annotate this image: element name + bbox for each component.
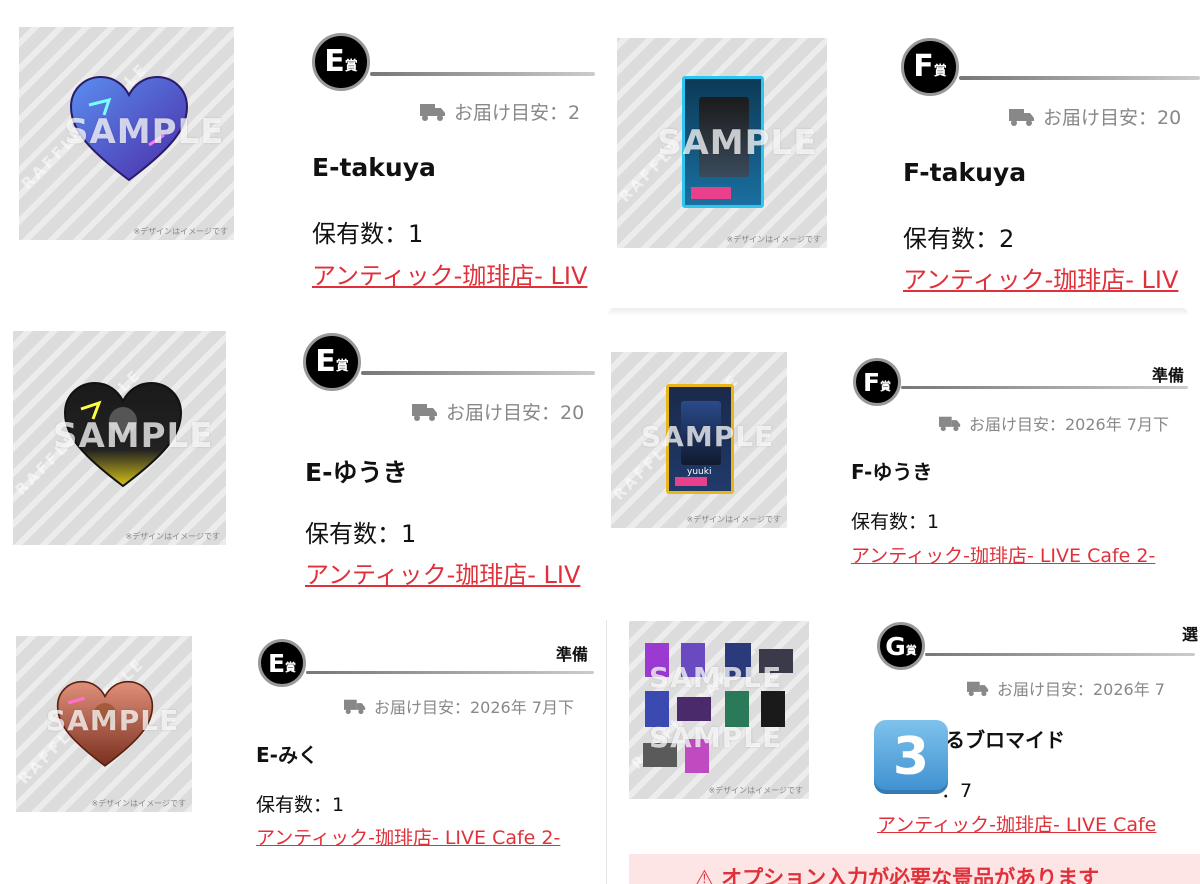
badge-rule [306,671,594,674]
prep-status-label: 準備 [1152,366,1185,385]
truck-icon [344,699,366,714]
prize-title: E-ゆうき [305,458,408,487]
prize-thumbnail[interactable]: RAFFLE RAFFLE SAMPLE ※デザインはイメージです [19,27,234,240]
delivery-estimate: お届け目安：2026年 7 [967,676,1165,700]
option-required-alert[interactable]: ⚠ オプション入力が必要な景品があります [629,854,1200,884]
bromide-grid-image [641,639,797,779]
prize-title: るブロマイド [945,728,1065,752]
delivery-estimate: お届け目安：2 [420,98,580,125]
holding-count: 保有数：1 [851,511,940,533]
prize-rank-badge: F賞 [901,38,959,96]
prize-rank-badge: E賞 [312,33,370,91]
prize-tile-f-takuya: RAFFLE RAFFLE SAMPLE ※デザインはイメージです F賞 お届け… [605,0,1200,305]
holding-count: 保有数：1 [312,220,424,248]
prize-tile-e-miku: RAFFLE RAFFLE SAMPLE ※デザインはイメージです 準備 E賞 … [0,606,605,884]
prize-thumbnail[interactable]: RAFFLE RAFFLE SAMPLE ※デザインはイメージです [13,331,226,545]
campaign-link[interactable]: アンティック-珈琲店- LIVE Cafe 2- [256,823,560,850]
truck-icon [939,416,961,431]
truck-icon [412,403,437,421]
sample-watermark: SAMPLE [657,123,818,163]
truck-icon [967,681,989,696]
holding-count: 保有数：1 [305,520,417,548]
design-note: ※デザインはイメージです [726,235,821,244]
campaign-link[interactable]: アンティック-珈琲店- LIV [305,555,580,590]
prize-rank-badge: E賞 [303,333,361,391]
prize-tile-f-yuuki: RAFFLE RAFFLE yuuki SAMPLE ※デザインはイメージです … [605,316,1200,606]
prize-rank-badge: G賞 [877,622,925,670]
sample-watermark: SAMPLE [641,420,775,453]
badge-rule [925,653,1195,656]
sample-watermark: SAMPLE [649,661,783,694]
badge-rule [901,386,1188,389]
campaign-link[interactable]: アンティック-珈琲店- LIV [903,260,1178,295]
sample-watermark: SAMPLE [46,704,180,737]
sample-watermark: SAMPLE [64,112,225,152]
truck-icon [420,103,445,121]
holding-count: 保有数：1 [256,794,345,816]
badge-rule [361,371,595,375]
prep-status-label: 準備 [556,645,589,664]
badge-rule [959,76,1200,80]
prize-title: F-takuya [903,158,1027,187]
badge-rule [370,72,595,76]
prize-tile-e-takuya: RAFFLE RAFFLE SAMPLE ※デザインはイメージです E賞 お届け… [0,0,605,300]
card-divider [608,308,1188,316]
prep-status-label: 選 [1182,625,1199,644]
campaign-link[interactable]: アンティック-珈琲店- LIVE Cafe 2- [851,541,1155,568]
prize-thumbnail[interactable]: RAFFLE RAFFLE SAMPLE ※デザインはイメージです [617,38,827,248]
keycap-3-icon: 3 [874,720,948,794]
prize-tile-g-bromide: RAFFLE RAFFLE SAMPLE SAMPLE ※デザインはイメージです… [607,606,1200,884]
delivery-estimate: お届け目安：20 [412,398,584,425]
design-note: ※デザインはイメージです [125,532,220,541]
design-note: ※デザインはイメージです [708,786,803,795]
prize-title: F-ゆうき [851,460,933,484]
prize-title: E-みく [256,743,318,767]
prize-title: E-takuya [312,153,436,182]
design-note: ※デザインはイメージです [133,227,228,236]
truck-icon [1009,108,1034,126]
campaign-link[interactable]: アンティック-珈琲店- LIV [312,256,587,291]
prize-thumbnail[interactable]: RAFFLE RAFFLE SAMPLE SAMPLE ※デザインはイメージです [629,621,809,799]
holding-count: 保有数：2 [903,225,1015,253]
delivery-estimate: お届け目安：2026年 7月下 [939,411,1169,435]
prize-rank-badge: E賞 [258,639,306,687]
prize-thumbnail[interactable]: RAFFLE RAFFLE yuuki SAMPLE ※デザインはイメージです [611,352,787,528]
prize-thumbnail[interactable]: RAFFLE RAFFLE SAMPLE ※デザインはイメージです [16,636,192,812]
design-note: ※デザインはイメージです [686,515,781,524]
sample-watermark: SAMPLE [649,721,783,754]
sample-watermark: SAMPLE [53,416,214,456]
delivery-estimate: お届け目安：2026年 7月下 [344,694,574,718]
prize-rank-badge: F賞 [853,358,901,406]
delivery-estimate: お届け目安：20 [1009,103,1181,130]
prize-tile-e-yuuki: RAFFLE RAFFLE SAMPLE ※デザインはイメージです E賞 お届け… [0,305,605,605]
campaign-link[interactable]: アンティック-珈琲店- LIVE Cafe [877,810,1156,837]
design-note: ※デザインはイメージです [91,799,186,808]
